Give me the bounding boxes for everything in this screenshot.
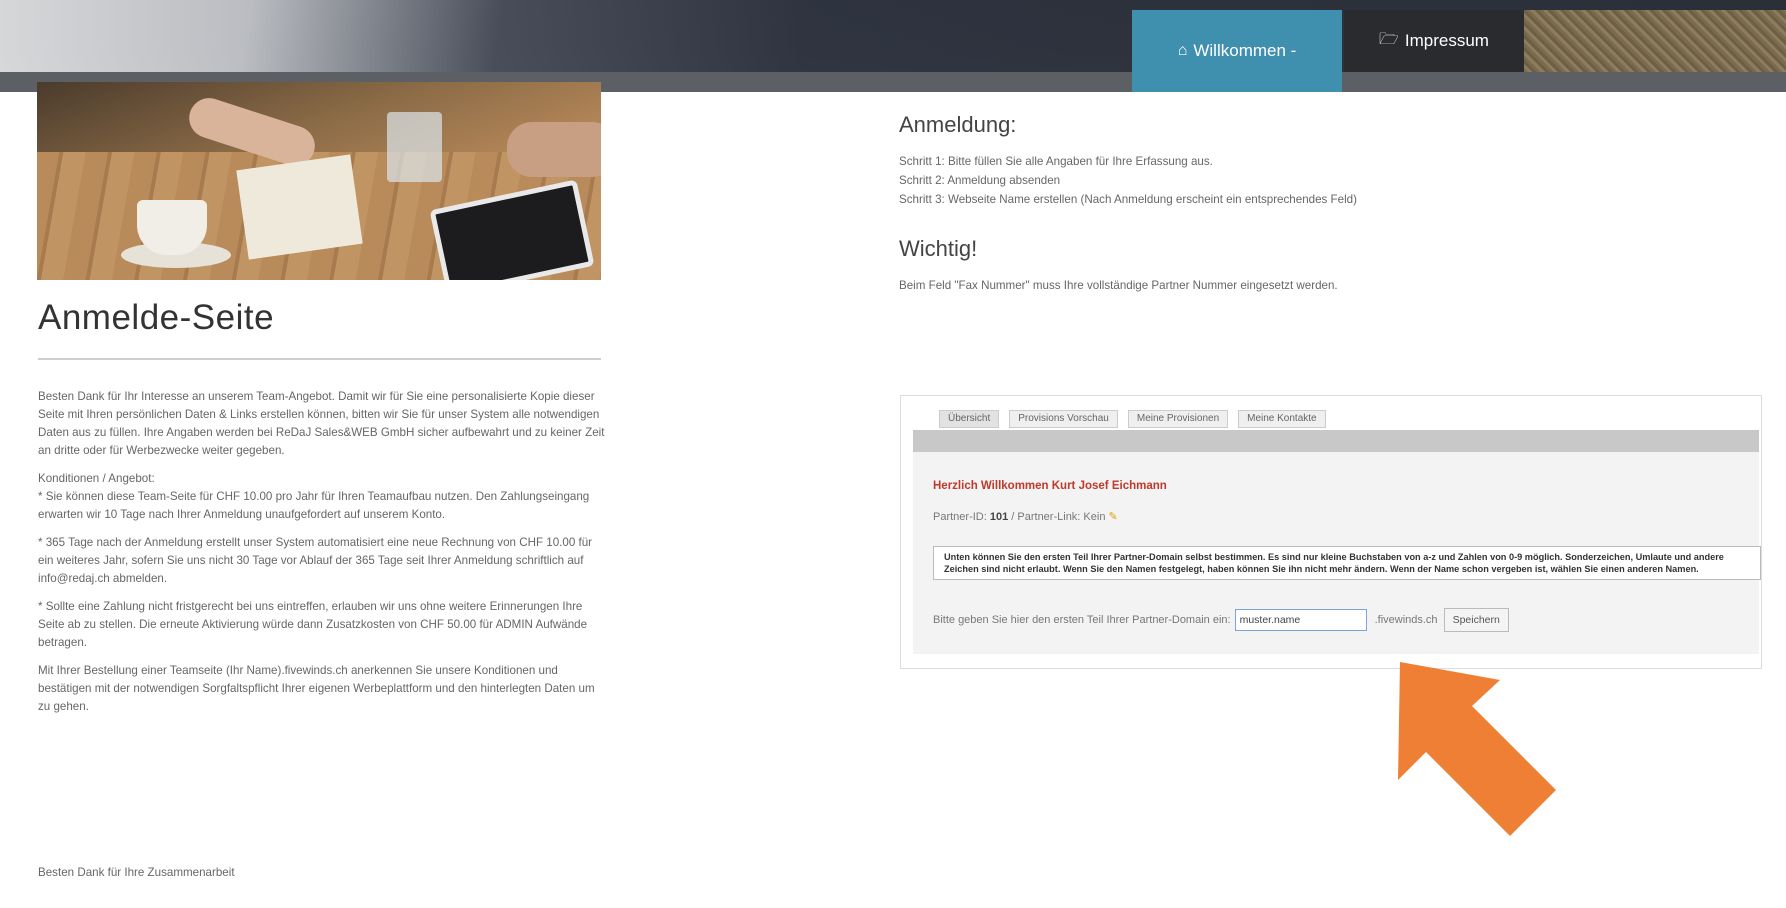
partner-id-line: Partner-ID: 101 / Partner-Link: Kein ✎ [933, 510, 1118, 523]
save-button[interactable]: Speichern [1443, 608, 1509, 632]
step-3: Schritt 3: Webseite Name erstellen (Nach… [899, 193, 1357, 206]
hero-hand-right [507, 122, 601, 177]
annotation-arrow [1398, 662, 1556, 836]
renewal-paragraph: * 365 Tage nach der Anmeldung erstellt u… [38, 536, 593, 585]
domain-suffix: .fivewinds.ch [1374, 614, 1438, 626]
acceptance-paragraph: Mit Ihrer Bestellung einer Teamseite (Ih… [38, 664, 595, 713]
header-texture [1524, 10, 1786, 72]
folder-open-icon: 🗁 [1379, 30, 1399, 48]
step-2: Schritt 2: Anmeldung absenden [899, 174, 1061, 187]
domain-form: Bitte geben Sie hier den ersten Teil Ihr… [933, 608, 1509, 632]
important-heading: Wichtig! [899, 236, 978, 261]
panel-header-bar [913, 430, 1759, 452]
nav-willkommen[interactable]: ⌂ Willkommen - [1132, 10, 1342, 92]
conditions-paragraph: Konditionen / Angebot: * Sie können dies… [38, 472, 590, 521]
hero-cup [137, 200, 207, 255]
intro-paragraph: Besten Dank für Ihr Interesse an unserem… [38, 390, 605, 457]
hero-notebook [236, 154, 363, 260]
thanks-text: Besten Dank für Ihre Zusammenarbeit [38, 866, 235, 879]
steps-list: Schritt 1: Bitte füllen Sie alle Angaben… [899, 152, 1357, 209]
step-1: Schritt 1: Bitte füllen Sie alle Angaben… [899, 155, 1213, 168]
hero-glass [387, 112, 442, 182]
title-divider [38, 358, 601, 360]
welcome-message: Herzlich Willkommen Kurt Josef Eichmann [933, 480, 1167, 492]
panel-tabs: Übersicht Provisions Vorschau Meine Prov… [939, 410, 1326, 428]
tab-meine-provisionen[interactable]: Meine Provisionen [1127, 410, 1229, 428]
hero-image [37, 82, 601, 280]
partner-id-label: Partner-ID: [933, 511, 987, 523]
home-icon: ⌂ [1177, 42, 1188, 59]
nav-impressum-label: Impressum [1404, 31, 1489, 50]
tab-provisions-vorschau[interactable]: Provisions Vorschau [1009, 410, 1118, 428]
page-title: Anmelde-Seite [38, 298, 275, 337]
domain-prompt: Bitte geben Sie hier den ersten Teil Ihr… [933, 614, 1231, 626]
tab-uebersicht[interactable]: Übersicht [939, 410, 1000, 428]
nonpayment-paragraph: * Sollte eine Zahlung nicht fristgerecht… [38, 600, 588, 649]
annotation-arrow-shape [1398, 662, 1556, 836]
nav-willkommen-label: Willkommen - [1193, 41, 1297, 60]
domain-info-box: Unten können Sie den ersten Teil Ihrer P… [933, 546, 1761, 580]
partner-id-value: 101 [989, 511, 1009, 523]
domain-input[interactable] [1234, 609, 1367, 631]
nav-impressum[interactable]: 🗁 Impressum [1344, 10, 1524, 72]
tab-meine-kontakte[interactable]: Meine Kontakte [1238, 410, 1326, 428]
conditions-text: Besten Dank für Ihr Interesse an unserem… [38, 388, 608, 726]
pencil-icon[interactable]: ✎ [1109, 511, 1118, 523]
partner-link-label: / Partner-Link: Kein [1011, 511, 1106, 523]
important-text: Beim Feld "Fax Nummer" muss Ihre vollstä… [899, 279, 1338, 292]
registration-heading: Anmeldung: [899, 112, 1017, 137]
panel-content: Herzlich Willkommen Kurt Josef Eichmann … [913, 452, 1761, 654]
partner-panel: Übersicht Provisions Vorschau Meine Prov… [900, 395, 1762, 669]
